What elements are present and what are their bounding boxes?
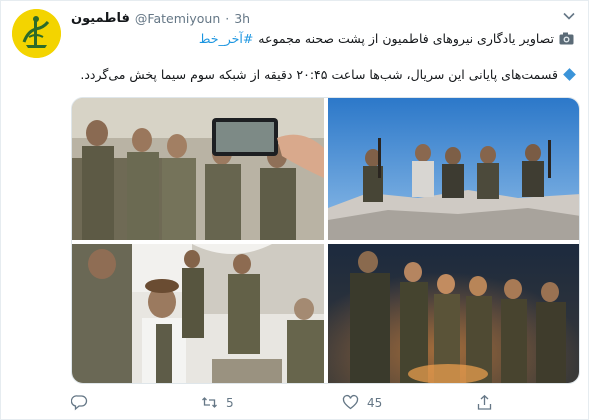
tweet-time[interactable]: 3h — [234, 11, 250, 26]
tweet-card[interactable]: فاطمیون @Fatemiyoun · 3h تصاویر یادگاری … — [0, 0, 589, 420]
heart-icon — [342, 395, 359, 410]
tweet-actions: 5 45 — [71, 394, 501, 414]
like-count: 45 — [367, 395, 383, 410]
group-selfie-photo[interactable] — [72, 98, 324, 240]
camera-icon — [559, 32, 574, 45]
retweet-count: 5 — [226, 395, 234, 410]
tweet-text: تصاویر یادگاری نیروهای فاطمیون از پشت صح… — [258, 31, 554, 46]
share-icon — [477, 394, 492, 410]
separator-dot: · — [225, 10, 230, 26]
tweet-text-line-2: قسمت‌های پایانی این سریال، شب‌ها ساعت ۲۰… — [80, 67, 576, 82]
photo-grid — [71, 97, 580, 384]
like-button[interactable]: 45 — [342, 394, 382, 411]
night-fire-group-photo[interactable] — [328, 244, 579, 383]
village-lunch-photo[interactable] — [72, 244, 324, 383]
reply-button[interactable] — [71, 394, 96, 411]
author-name[interactable]: فاطمیون — [71, 11, 130, 26]
chevron-down-icon[interactable] — [562, 9, 576, 23]
tweet-text-line-1: تصاویر یادگاری نیروهای فاطمیون از پشت صح… — [199, 31, 574, 46]
retweet-icon — [202, 397, 217, 408]
retweet-button[interactable]: 5 — [201, 394, 234, 411]
share-button[interactable] — [476, 394, 493, 411]
hashtag-link[interactable]: #آخر_خط — [199, 31, 253, 46]
mountain-group-photo[interactable] — [328, 98, 579, 240]
tweet-header: فاطمیون @Fatemiyoun · 3h — [71, 9, 250, 27]
author-handle[interactable]: @Fatemiyoun — [135, 11, 220, 26]
reply-icon — [71, 395, 88, 411]
small-blue-diamond-icon — [563, 68, 576, 81]
avatar[interactable] — [12, 9, 61, 58]
tweet-text-schedule: قسمت‌های پایانی این سریال، شب‌ها ساعت ۲۰… — [80, 67, 558, 82]
